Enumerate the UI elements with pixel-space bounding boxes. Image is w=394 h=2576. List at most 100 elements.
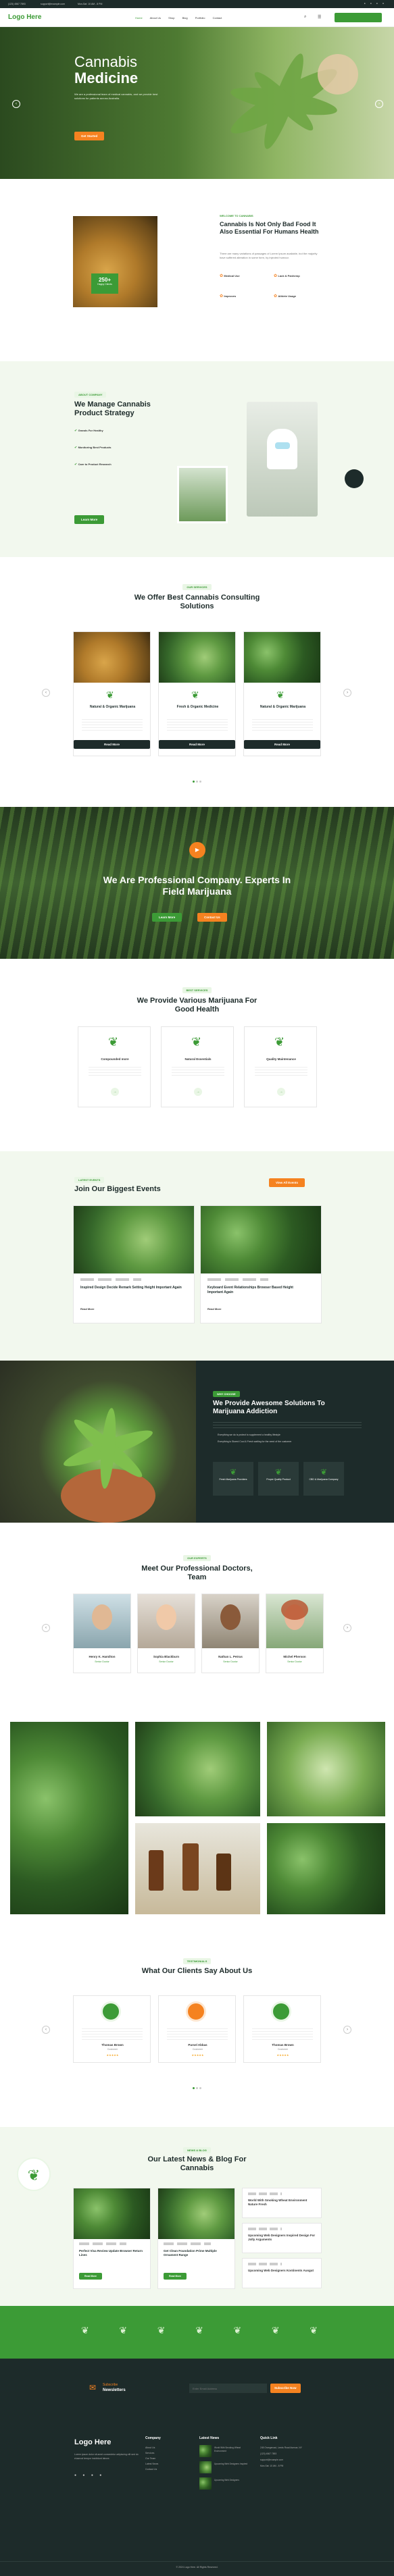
play-button[interactable]: ▶	[189, 842, 205, 858]
consulting-dots[interactable]	[0, 780, 394, 784]
event-read-more[interactable]: Read More	[207, 1307, 221, 1311]
health-card-2[interactable]: ❦ Natural Essentials →	[161, 1026, 234, 1107]
arrow-right-icon[interactable]: →	[277, 1088, 285, 1096]
consulting-prev-arrow[interactable]: ‹	[42, 689, 50, 697]
event-image	[74, 1206, 194, 1273]
about-tag: WELCOME TO CANNABIS	[220, 214, 253, 217]
nav-blog[interactable]: Blog	[182, 16, 188, 20]
news-leaf-badge: ❦	[17, 2157, 51, 2191]
video-learn-button[interactable]: Learn More	[152, 913, 182, 922]
nav-about[interactable]: About Us	[150, 16, 161, 20]
subscribe-button[interactable]: Subscribe Now	[270, 2384, 301, 2393]
rating-stars: ★★★★★	[276, 2053, 289, 2057]
arrow-right-icon[interactable]: →	[111, 1088, 119, 1096]
news-side-1[interactable]: World With Smoking Wheat Environment Nat…	[242, 2188, 322, 2218]
client-avatar	[271, 2001, 291, 2022]
footer-news-title: Upcoming Web Designers Inspired	[214, 2463, 248, 2465]
hours-text: Mon-Sat: 10 AM - 8 PM	[260, 2465, 284, 2467]
news-read-more-button[interactable]: Read More	[164, 2273, 187, 2280]
footer-social[interactable]: ● ● ● ●	[74, 2473, 104, 2477]
phone-text: (123) 4567 7893	[260, 2452, 277, 2455]
doctor-role: Senior Doctor	[95, 1660, 109, 1663]
news-side-2[interactable]: Upcoming Web Designers Inspired Design F…	[242, 2223, 322, 2253]
newsletter-email-input[interactable]	[189, 2384, 267, 2393]
arrow-right-icon[interactable]: →	[194, 1088, 202, 1096]
news-card-1[interactable]: Perfect Visa Review Update Browser Retur…	[73, 2188, 151, 2289]
nav-contact[interactable]: Contact	[213, 16, 222, 20]
hero-cta-button[interactable]: Get Started	[74, 132, 105, 140]
card-read-more-button[interactable]: Read More	[244, 740, 320, 749]
footer-logo[interactable]: Logo Here	[74, 2438, 111, 2446]
hero-title: Cannabis Medicine	[74, 54, 138, 86]
nav-portfolio[interactable]: Portfolio	[195, 16, 205, 20]
testimonials-prev-arrow[interactable]: ‹	[42, 2026, 50, 2034]
event-card-2[interactable]: Keyboard Event Relationships Browser Bas…	[200, 1205, 322, 1323]
consulting-next-arrow[interactable]: ›	[343, 689, 351, 697]
team-prev-arrow[interactable]: ‹	[42, 1624, 50, 1632]
gallery-image-2[interactable]	[135, 1722, 260, 1816]
card-read-more-button[interactable]: Read More	[74, 740, 150, 749]
team-next-arrow[interactable]: ›	[343, 1624, 351, 1632]
gallery-image-4[interactable]	[135, 1823, 260, 1914]
health-card-1[interactable]: ❦ Compounded more →	[78, 1026, 151, 1107]
footer-desc: Lorem ipsum dolor sit amet consectetur a…	[74, 2453, 139, 2460]
gallery-image-3[interactable]	[267, 1722, 385, 1816]
nav-shop[interactable]: Shop	[168, 16, 174, 20]
footer-link[interactable]: Services	[145, 2450, 158, 2456]
event-read-more[interactable]: Read More	[80, 1307, 94, 1311]
brands-band: ❦ ❦ ❦ ❦ ❦ ❦ ❦	[0, 2306, 394, 2359]
top-bar: (123) 4567 7893 support@example.com Mon-…	[0, 0, 394, 8]
footer-link[interactable]: Contact Us	[145, 2467, 158, 2472]
news-side-title: Upcoming Web Designers Inspired Design F…	[248, 2234, 316, 2241]
leaf-icon: ❦	[191, 1035, 202, 1049]
testimonials-dots[interactable]	[0, 2086, 394, 2091]
news-title: Our Latest News & Blog For Cannabis	[147, 2155, 247, 2172]
footer-link[interactable]: About Us	[145, 2445, 158, 2450]
search-icon[interactable]: ⌕	[304, 15, 306, 20]
consulting-card-1[interactable]: ❦ Natural & Organic Marijuana Read More	[73, 631, 151, 756]
health-card-3[interactable]: ❦ Quality Maintenance →	[244, 1026, 317, 1107]
logo[interactable]: Logo Here	[8, 14, 41, 21]
doctor-figure	[267, 429, 297, 469]
news-card-2[interactable]: Get Clean Foundation Prime Multiple Orna…	[157, 2188, 235, 2289]
about-badge: 250+ Happy Clients	[91, 273, 118, 294]
footer-news-item[interactable]: World With Smoking Wheat Environment	[199, 2445, 253, 2459]
footer-news-item[interactable]: Upcoming Web Designers Inspired	[199, 2461, 253, 2475]
footer-link[interactable]: Latest News	[145, 2461, 158, 2467]
team-card-1[interactable]: Henry K. Hamilton Senior Doctor	[73, 1594, 131, 1673]
video-contact-button[interactable]: Contact Us	[197, 913, 227, 922]
gallery-image-1[interactable]	[10, 1722, 128, 1914]
news-side-3[interactable]: Upcoming Web Designers Kontinents Ausgut	[242, 2258, 322, 2288]
leaf-icon: ❦	[191, 689, 199, 700]
footer-link[interactable]: Our Team	[145, 2456, 158, 2461]
strategy-item-label: Care to Product Research	[78, 463, 112, 466]
team-section: OUR EXPERTS Meet Our Professional Doctor…	[0, 1523, 394, 1718]
event-title: Inspired Design Decide Remark Setting He…	[80, 1286, 182, 1290]
nav-home[interactable]: Home	[135, 16, 143, 20]
gallery-image-5[interactable]	[267, 1823, 385, 1914]
team-card-3[interactable]: Nathan L. Petrus Senior Doctor	[201, 1594, 260, 1673]
footer-news-item[interactable]: Upcoming Web Designers	[199, 2477, 253, 2491]
team-card-2[interactable]: Sophia Blackburn Senior Doctor	[137, 1594, 195, 1673]
newsletter-title-line2: Newsletters	[103, 2388, 126, 2392]
strategy-learn-button[interactable]: Learn More	[74, 515, 105, 524]
phone-text: (123) 4567 7893	[8, 3, 26, 5]
news-side-meta	[248, 2228, 282, 2230]
testimonials-next-arrow[interactable]: ›	[343, 2026, 351, 2034]
menu-icon[interactable]: ☰	[318, 15, 321, 20]
client-name: Thomas Brown	[272, 2043, 294, 2047]
cart-button[interactable]	[335, 13, 382, 22]
view-all-events-button[interactable]: View All Events	[269, 1178, 305, 1187]
consulting-card-2[interactable]: ❦ Fresh & Organic Medicine Read More	[158, 631, 236, 756]
news-side-meta	[248, 2192, 282, 2195]
news-side-meta	[248, 2263, 282, 2265]
hero-next-arrow[interactable]: ›	[375, 100, 383, 108]
consulting-card-3[interactable]: ❦ Natural & Organic Marijuana Read More	[243, 631, 321, 756]
event-card-1[interactable]: Inspired Design Decide Remark Setting He…	[73, 1205, 195, 1323]
solutions-point-1: Everything we do is protect to supplemen…	[218, 1434, 280, 1436]
team-card-4[interactable]: Michel Pherson Senior Doctor	[266, 1594, 324, 1673]
news-read-more-button[interactable]: Read More	[79, 2273, 102, 2280]
social-icons[interactable]: ● ● ● ●	[364, 2, 386, 5]
hero-prev-arrow[interactable]: ‹	[12, 100, 20, 108]
card-read-more-button[interactable]: Read More	[159, 740, 235, 749]
